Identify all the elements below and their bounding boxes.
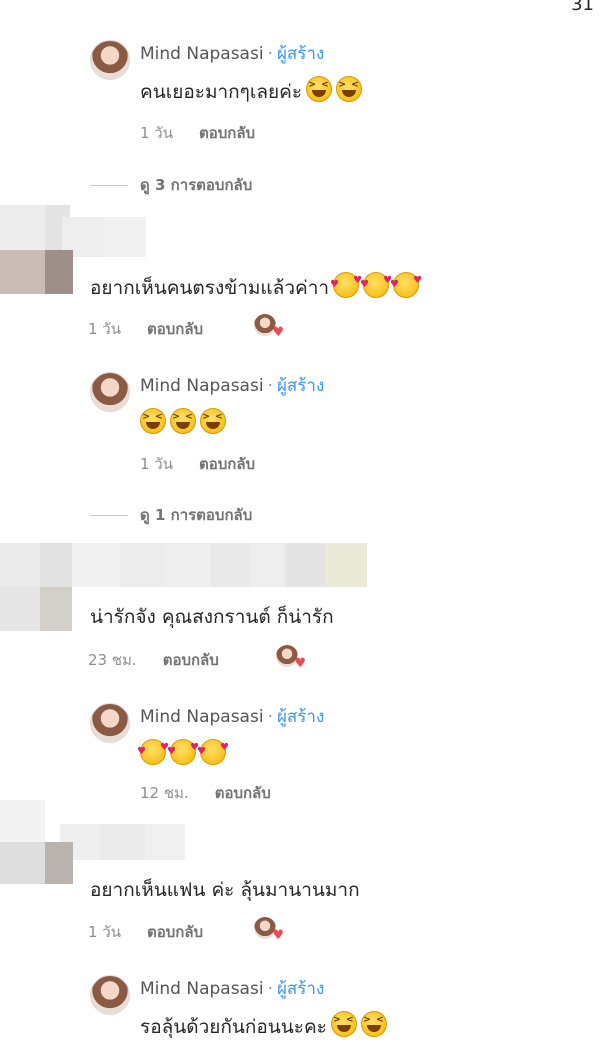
comment-meta: 1 วัน ตอบกลับ	[140, 452, 255, 476]
creator-liked-icon	[276, 645, 306, 671]
comment-meta: 1 วัน ตอบกลับ	[88, 317, 203, 341]
divider-line	[90, 515, 128, 516]
timestamp: 1 วัน	[88, 320, 121, 338]
creator-badge: ผู้สร้าง	[276, 44, 325, 64]
reply-button[interactable]: ตอบกลับ	[147, 320, 203, 338]
reply-button[interactable]: ตอบกลับ	[163, 651, 219, 669]
comment-meta: 1 วัน ตอบกลับ	[88, 920, 203, 944]
creator-badge: ผู้สร้าง	[276, 979, 325, 999]
reply-text: รอลุ้นด้วยกันก่อนนะคะ	[140, 1011, 387, 1042]
avatar[interactable]	[90, 703, 130, 743]
reply-button[interactable]: ตอบกลับ	[199, 124, 255, 142]
view-replies-button[interactable]: ดู 3 การตอบกลับ	[90, 173, 252, 197]
username[interactable]: Mind Napasasi	[140, 44, 264, 64]
timestamp: 1 วัน	[140, 455, 173, 473]
reply-button[interactable]: ตอบกลับ	[215, 784, 271, 802]
smiling-face-with-hearts-emoji-icon	[360, 272, 392, 298]
creator-badge: ผู้สร้าง	[276, 376, 325, 396]
username[interactable]: Mind Napasasi	[140, 979, 264, 999]
timestamp: 12 ชม.	[140, 784, 189, 802]
grinning-squinting-emoji-icon	[170, 408, 196, 434]
reply-button[interactable]: ตอบกลับ	[199, 455, 255, 473]
reply-button[interactable]: ตอบกลับ	[147, 923, 203, 941]
creator-liked-icon	[254, 314, 284, 340]
smiling-face-with-hearts-emoji-icon	[167, 739, 199, 765]
creator-liked-icon	[254, 917, 284, 943]
grinning-squinting-emoji-icon	[200, 408, 226, 434]
comment-text: อยากเห็นแฟน ค่ะ ลุ้นมานานมาก	[90, 879, 360, 901]
reply-text	[137, 739, 229, 766]
username[interactable]: Mind Napasasi	[140, 376, 264, 396]
avatar[interactable]	[90, 372, 130, 412]
comment-meta: 12 ชม. ตอบกลับ	[140, 781, 271, 805]
comment-text: อยากเห็นคนตรงข้ามแล้วค่าา	[90, 272, 422, 303]
reply-text	[140, 408, 226, 435]
avatar[interactable]	[90, 975, 130, 1015]
username-line: Mind Napasasi · ผู้สร้าง	[140, 707, 325, 727]
grinning-squinting-emoji-icon	[140, 408, 166, 434]
timestamp: 1 วัน	[140, 124, 173, 142]
username-line: Mind Napasasi · ผู้สร้าง	[140, 376, 325, 396]
smiling-face-with-hearts-emoji-icon	[390, 272, 422, 298]
timestamp: 23 ชม.	[88, 651, 137, 669]
smiling-face-with-hearts-emoji-icon	[137, 739, 169, 765]
reply-text: คนเยอะมากๆเลยค่ะ	[140, 76, 363, 107]
view-replies-button[interactable]: ดู 1 การตอบกลับ	[90, 503, 252, 527]
divider-line	[90, 185, 128, 186]
username[interactable]: Mind Napasasi	[140, 707, 264, 727]
creator-badge: ผู้สร้าง	[276, 707, 325, 727]
smiling-face-with-hearts-emoji-icon	[197, 739, 229, 765]
grinning-squinting-emoji-icon	[306, 76, 333, 102]
corner-counter: 31	[571, 0, 594, 15]
username-line: Mind Napasasi · ผู้สร้าง	[140, 44, 325, 64]
grinning-squinting-emoji-icon	[330, 1011, 357, 1037]
grinning-squinting-emoji-icon	[336, 76, 363, 102]
avatar[interactable]	[90, 40, 130, 80]
grinning-squinting-emoji-icon	[360, 1011, 387, 1037]
smiling-face-with-hearts-emoji-icon	[330, 272, 362, 298]
comment-meta: 23 ชม. ตอบกลับ	[88, 648, 219, 672]
timestamp: 1 วัน	[88, 923, 121, 941]
username-line: Mind Napasasi · ผู้สร้าง	[140, 979, 325, 999]
comment-text: น่ารักจัง คุณสงกรานต์ ก็น่ารัก	[90, 606, 334, 628]
comment-meta: 1 วัน ตอบกลับ	[140, 121, 255, 145]
